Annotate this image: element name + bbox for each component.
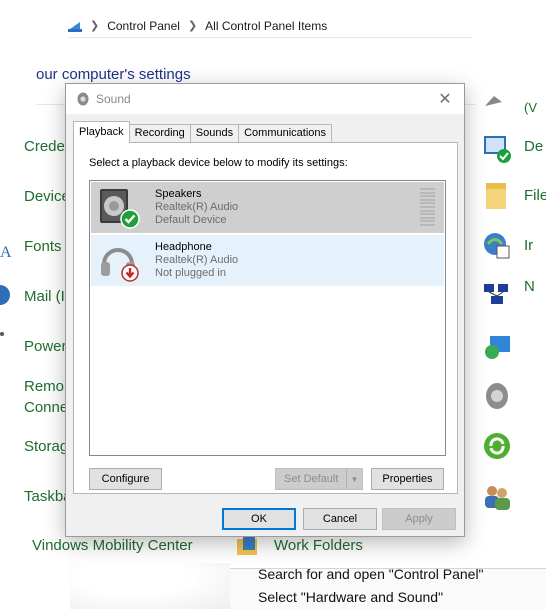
right-item-2-label[interactable]: De [524, 138, 543, 155]
remoteapp-link[interactable]: Remo Conne [24, 376, 68, 418]
user-accounts-icon [485, 486, 510, 510]
search-hint-1: Search for and open "Control Panel" [258, 566, 484, 582]
playback-panel: Select a playback device below to modify… [73, 142, 458, 494]
device-status: Not plugged in [155, 267, 226, 279]
network-icon [484, 284, 508, 304]
breadcrumb-control-panel[interactable]: Control Panel [107, 19, 180, 33]
defender-icon [484, 136, 511, 163]
headphone-icon [101, 248, 139, 282]
right-item-4-label[interactable]: Ir [524, 237, 533, 254]
device-driver: Realtek(R) Audio [155, 254, 239, 266]
power-icon [0, 332, 4, 336]
device-list[interactable]: Speakers Realtek(R) Audio Default Device… [89, 180, 446, 456]
page-heading: our computer's settings [36, 66, 191, 83]
device-driver: Realtek(R) Audio [155, 201, 239, 213]
fonts-icon: A [0, 244, 12, 261]
ok-button[interactable]: OK [222, 508, 296, 530]
control-panel-icon [68, 21, 82, 32]
apply-button[interactable]: Apply [382, 508, 456, 530]
tab-recording[interactable]: Recording [128, 124, 191, 143]
work-folders-link[interactable]: Work Folders [274, 537, 363, 554]
mail-icon [0, 285, 10, 305]
volume-level-meter [420, 188, 435, 228]
properties-button[interactable]: Properties [371, 468, 444, 490]
speaker-icon [486, 383, 508, 409]
close-icon: ✕ [438, 91, 452, 108]
device-headphone[interactable]: Headphone Realtek(R) Audio Not plugged i… [91, 235, 444, 286]
search-hint-2: Select "Hardware and Sound" [258, 589, 444, 605]
device-name: Headphone [155, 241, 212, 253]
set-default-label: Set Default [284, 473, 339, 485]
tab-playback[interactable]: Playback [73, 121, 130, 143]
breadcrumb-separator-icon: ❯ [90, 20, 100, 32]
remoteapp-label-1: Remo [24, 378, 65, 395]
configure-button[interactable]: Configure [89, 468, 162, 490]
generic-app-icon [485, 96, 502, 106]
power-options-link[interactable]: Power [24, 336, 67, 357]
set-default-button[interactable]: Set Default ▼ [275, 468, 363, 490]
device-speakers[interactable]: Speakers Realtek(R) Audio Default Device [91, 182, 444, 233]
credential-manager-link[interactable]: Crede [24, 136, 65, 157]
breadcrumb-all-items[interactable]: All Control Panel Items [205, 19, 327, 33]
file-explorer-icon [486, 183, 506, 209]
right-item-1-label[interactable]: (V [524, 100, 537, 115]
cancel-button[interactable]: Cancel [303, 508, 377, 530]
chevron-down-icon[interactable]: ▼ [346, 469, 362, 489]
breadcrumb-separator-icon: ❯ [187, 20, 198, 32]
device-status: Default Device [155, 214, 227, 226]
right-item-3-label[interactable]: File [524, 187, 546, 204]
sync-center-icon [484, 433, 510, 459]
device-manager-link[interactable]: Device [24, 186, 70, 207]
dialog-title: Sound [96, 92, 131, 106]
storage-spaces-link[interactable]: Storag [24, 436, 68, 457]
remoteapp-label-2: Conne [24, 399, 69, 416]
instruction-text: Select a playback device below to modify… [89, 157, 348, 169]
svg-text:A: A [0, 244, 12, 261]
dialog-titlebar[interactable]: Sound ✕ [66, 84, 464, 114]
speakers-icon [100, 189, 140, 229]
sound-speaker-icon [77, 92, 89, 106]
device-name: Speakers [155, 188, 202, 200]
overlay-wash [70, 563, 230, 609]
recovery-icon [485, 336, 510, 359]
right-item-5-label[interactable]: N [524, 278, 535, 295]
tab-strip: Playback Recording Sounds Communications [73, 121, 333, 143]
sound-dialog: Sound ✕ Playback Recording Sounds Commun… [65, 83, 465, 537]
internet-options-icon [484, 233, 510, 259]
fonts-link[interactable]: Fonts [24, 236, 62, 257]
tab-communications[interactable]: Communications [238, 124, 333, 143]
windows-mobility-center-link[interactable]: Vindows Mobility Center [32, 537, 193, 554]
tab-sounds[interactable]: Sounds [189, 124, 240, 143]
close-button[interactable]: ✕ [434, 88, 456, 110]
mail-link[interactable]: Mail (I [24, 286, 65, 307]
breadcrumb: ❯ Control Panel ❯ All Control Panel Item… [68, 14, 472, 38]
